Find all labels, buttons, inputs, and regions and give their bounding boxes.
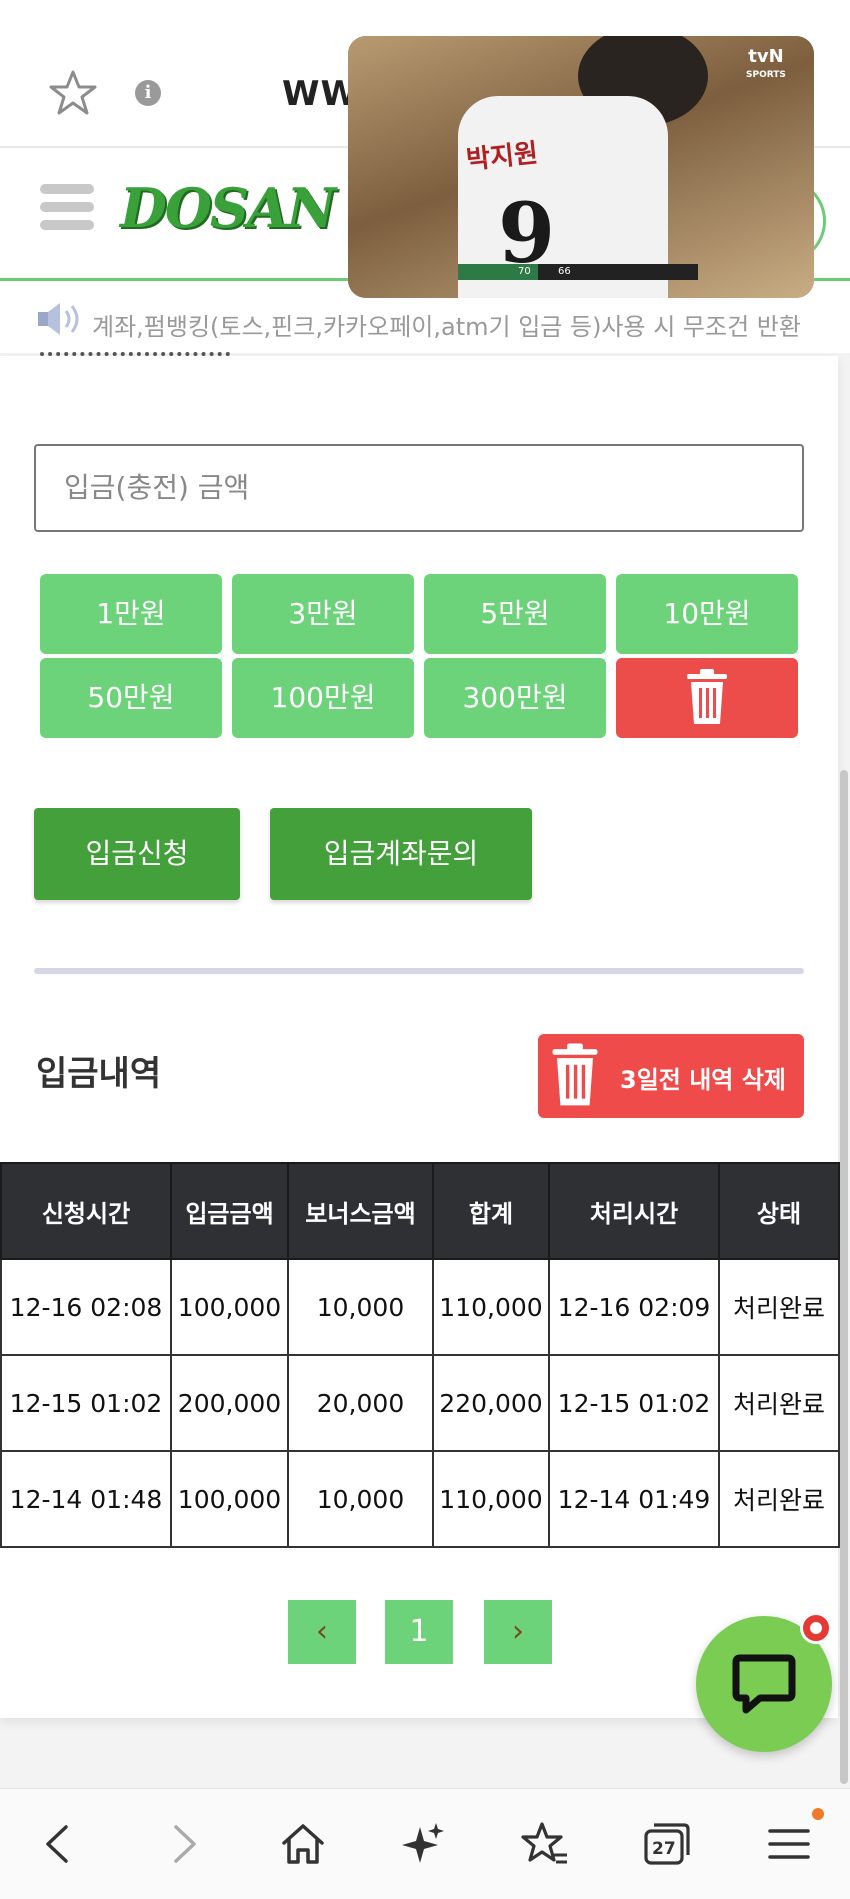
table-row: 12-14 01:48 100,000 10,000 110,000 12-14… (0, 1450, 840, 1548)
home-icon[interactable] (278, 1819, 328, 1869)
amount-chip-3m[interactable]: 300만원 (424, 658, 606, 738)
table-cell: 200,000 (170, 1354, 289, 1452)
prev-page-button[interactable]: ‹ (288, 1600, 356, 1664)
clear-amount-button[interactable] (616, 658, 798, 738)
column-header: 입금금액 (170, 1162, 289, 1260)
deposit-amount-input[interactable]: 입금(충전) 금액 (34, 444, 804, 532)
pip-video-player[interactable]: 박지원 9 tvN SPORTS 70 66 (348, 36, 814, 298)
amount-chip-10k[interactable]: 1만원 (40, 574, 222, 654)
table-row: 12-16 02:08 100,000 10,000 110,000 12-16… (0, 1258, 840, 1356)
menu-notification-dot (812, 1808, 824, 1820)
site-logo[interactable]: DOSAN (120, 176, 336, 240)
section-divider (34, 968, 804, 974)
table-cell: 100,000 (170, 1450, 289, 1548)
notice-text: 계좌,펌뱅킹(토스,핀크,카카오페이,atm기 입금 등)사용 시 무조건 반환 (92, 313, 801, 341)
history-title: 입금내역 (36, 1054, 162, 1094)
table-cell: 12-16 02:08 (0, 1258, 172, 1356)
channel-logo: tvN SPORTS (746, 48, 786, 84)
channel-name: tvN (748, 46, 784, 67)
table-cell: 처리완료 (718, 1354, 840, 1452)
menu-lines-icon[interactable] (764, 1819, 814, 1869)
column-header: 처리시간 (548, 1162, 720, 1260)
table-cell: 110,000 (432, 1450, 550, 1548)
next-page-button[interactable]: › (484, 1600, 552, 1664)
page-scrollbar[interactable] (840, 770, 848, 1784)
deposit-submit-button[interactable]: 입금신청 (34, 808, 240, 900)
column-header: 보너스금액 (287, 1162, 434, 1260)
table-header-row: 신청시간 입금금액 보너스금액 합계 처리시간 상태 (0, 1162, 840, 1260)
amount-chip-30k[interactable]: 3만원 (232, 574, 414, 654)
table-cell: 12-14 01:48 (0, 1450, 172, 1548)
table-cell: 110,000 (432, 1258, 550, 1356)
jersey-name: 박지원 (464, 138, 540, 176)
cut-off-heading (40, 342, 230, 356)
browser-bottom-nav: 27 (0, 1788, 850, 1899)
table-cell: 처리완료 (718, 1258, 840, 1356)
sparkle-icon[interactable] (398, 1819, 448, 1869)
amount-chip-500k[interactable]: 50만원 (40, 658, 222, 738)
table-cell: 12-16 02:09 (548, 1258, 720, 1356)
back-icon[interactable] (34, 1819, 84, 1869)
delete-old-history-button[interactable]: 3일전 내역 삭제 (538, 1034, 804, 1118)
amount-chip-1m[interactable]: 100만원 (232, 658, 414, 738)
table-cell: 12-14 01:49 (548, 1450, 720, 1548)
menu-icon[interactable] (40, 184, 94, 238)
home-score: 70 (518, 266, 531, 277)
table-cell: 10,000 (287, 1450, 434, 1548)
amount-chip-50k[interactable]: 5만원 (424, 574, 606, 654)
bookmark-star-icon[interactable] (48, 68, 98, 118)
deposit-card: 입금(충전) 금액 1만원 3만원 5만원 10만원 50만원 100만원 30… (0, 352, 840, 1718)
forward-icon[interactable] (158, 1819, 208, 1869)
away-score: 66 (558, 266, 571, 277)
table-cell: 12-15 01:02 (548, 1354, 720, 1452)
chat-bubble-icon (732, 1654, 796, 1714)
table-cell: 12-15 01:02 (0, 1354, 172, 1452)
speaker-icon (38, 303, 79, 335)
table-cell: 처리완료 (718, 1450, 840, 1548)
score-bar: 70 66 (458, 264, 698, 280)
tabs-button[interactable]: 27 (642, 1819, 692, 1869)
bookmarks-star-icon[interactable] (520, 1819, 570, 1869)
table-cell: 220,000 (432, 1354, 550, 1452)
page-1-button[interactable]: 1 (385, 1600, 453, 1664)
channel-sub: SPORTS (746, 70, 786, 80)
account-inquiry-button[interactable]: 입금계좌문의 (270, 808, 532, 900)
tabs-count: 27 (652, 1839, 676, 1859)
chat-notification-badge (800, 1612, 832, 1644)
trash-icon (687, 669, 727, 724)
column-header: 신청시간 (0, 1162, 172, 1260)
trash-icon (552, 1043, 598, 1106)
table-row: 12-15 01:02 200,000 20,000 220,000 12-15… (0, 1354, 840, 1452)
deposit-history-table: 신청시간 입금금액 보너스금액 합계 처리시간 상태 12-16 02:08 1… (0, 1162, 840, 1548)
table-cell: 20,000 (287, 1354, 434, 1452)
table-cell: 100,000 (170, 1258, 289, 1356)
amount-chip-100k[interactable]: 10만원 (616, 574, 798, 654)
column-header: 합계 (432, 1162, 550, 1260)
site-info-icon[interactable]: i (135, 80, 161, 106)
delete-old-history-label: 3일전 내역 삭제 (620, 1066, 786, 1094)
table-cell: 10,000 (287, 1258, 434, 1356)
column-header: 상태 (718, 1162, 840, 1260)
